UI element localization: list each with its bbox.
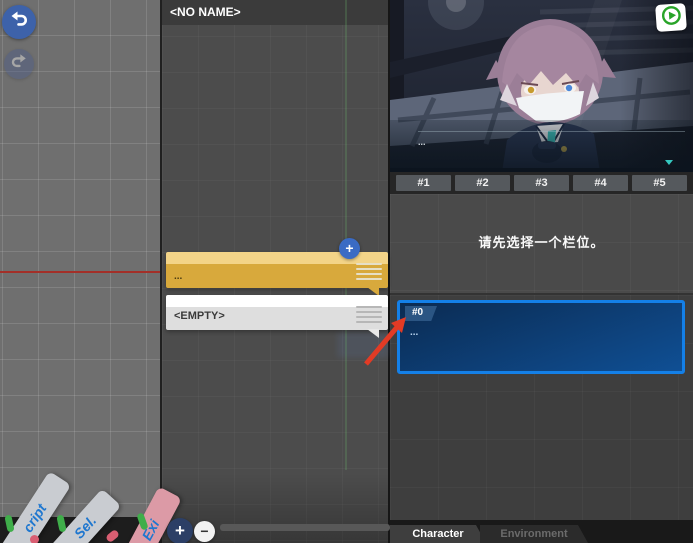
undo-icon [9, 10, 29, 35]
speech-tail [367, 329, 379, 338]
output-port-red[interactable] [30, 535, 39, 543]
drag-handle-icon[interactable] [356, 306, 382, 326]
redo-button[interactable] [4, 49, 34, 79]
game-preview[interactable]: ... [390, 0, 693, 172]
minus-icon: − [200, 524, 208, 538]
slot-hint-area: 请先选择一个栏位。 [390, 194, 693, 293]
dialogue-separator [418, 131, 685, 132]
command-label: <EMPTY> [174, 310, 225, 322]
timeline-area: #0 ... [390, 293, 693, 520]
block-title: <NO NAME> [162, 0, 388, 25]
stage-panel: ... #1 #2 #3 #4 #5 请先选择一个栏位。 [390, 0, 693, 543]
footer-tab-bar: Character Environment [390, 520, 693, 543]
slot-tab-4[interactable]: #4 [573, 175, 628, 191]
plus-icon: + [175, 522, 185, 539]
undo-button[interactable] [2, 5, 36, 39]
node-canvas[interactable]: cript Sel. Exi [0, 0, 160, 543]
drag-handle-icon[interactable] [356, 263, 382, 283]
redo-icon [10, 53, 28, 76]
add-command-button[interactable]: + [339, 238, 360, 259]
canvas-y-axis-line [345, 0, 347, 470]
slot-tab-row: #1 #2 #3 #4 #5 [390, 172, 693, 194]
advance-triangle-icon [665, 160, 673, 165]
remove-item-button[interactable]: − [194, 521, 215, 542]
add-item-button[interactable]: + [167, 518, 193, 543]
play-button[interactable] [655, 3, 687, 32]
tab-character[interactable]: Character [390, 525, 486, 543]
tab-environment[interactable]: Environment [480, 525, 588, 543]
dialogue-box: ... [390, 120, 693, 172]
horizontal-scrollbar[interactable] [220, 524, 390, 531]
command-panel: <NO NAME> + ... <EMPTY> + − [160, 0, 390, 543]
slot-tab-3[interactable]: #3 [514, 175, 569, 191]
command-label: ... [174, 271, 182, 282]
command-item-empty[interactable]: <EMPTY> [166, 295, 388, 330]
plus-icon: + [345, 241, 353, 255]
timeline-item-text: ... [410, 327, 418, 338]
dialogue-text: ... [418, 137, 426, 147]
slot-tab-2[interactable]: #2 [455, 175, 510, 191]
script-editor-app: cript Sel. Exi <NO NAME> + ... <EMPTY> [0, 0, 693, 543]
canvas-x-axis-line [0, 271, 160, 273]
play-icon [660, 4, 683, 31]
slot-tab-5[interactable]: #5 [632, 175, 687, 191]
slot-hint-text: 请先选择一个栏位。 [478, 232, 604, 293]
timeline-item-0[interactable]: #0 ... [397, 300, 685, 374]
slot-tab-1[interactable]: #1 [396, 175, 451, 191]
timeline-item-tag: #0 [405, 306, 437, 321]
